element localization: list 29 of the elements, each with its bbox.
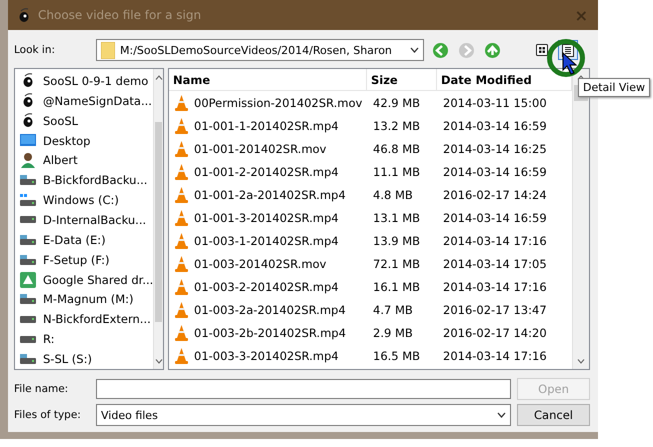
file-date: 2014-03-11 15:00 [443,96,547,110]
file-size: 16.1 MB [373,280,420,294]
file-size: 13.9 MB [373,234,420,248]
file-size: 13.2 MB [373,118,420,132]
file-date: 2014-03-14 17:16 [443,348,547,362]
file-date: 2016-02-17 13:47 [443,302,547,316]
file-type-label: Files of type: [14,409,82,421]
file-date: 2014-03-14 17:16 [443,280,547,294]
file-size: 72.1 MB [373,256,420,270]
file-size: 13.1 MB [373,210,420,224]
file-date: 2014-03-14 16:59 [443,210,547,224]
file-date: 2014-03-14 16:59 [443,118,547,132]
file-date: 2016-02-17 14:20 [443,326,547,340]
file-size: 2.9 MB [373,326,413,340]
file-size: 46.8 MB [373,142,420,156]
tooltip: Detail View [578,78,650,97]
window-title: Choose video file for a sign [38,8,202,22]
file-date: 2014-03-14 17:16 [443,234,547,248]
file-size: 4.7 MB [373,302,413,316]
file-size: 16.5 MB [373,348,420,362]
look-in-label: Look in: [14,44,56,56]
file-size: 4.8 MB [373,188,413,202]
file-date: 2014-03-14 16:25 [443,142,547,156]
file-name-label: File name: [14,383,70,395]
file-date: 2014-03-14 17:05 [443,256,547,270]
file-size: 42.9 MB [373,96,420,110]
file-date: 2014-03-14 16:59 [443,164,547,178]
file-date: 2016-02-17 14:24 [443,188,547,202]
file-size: 11.1 MB [373,164,420,178]
